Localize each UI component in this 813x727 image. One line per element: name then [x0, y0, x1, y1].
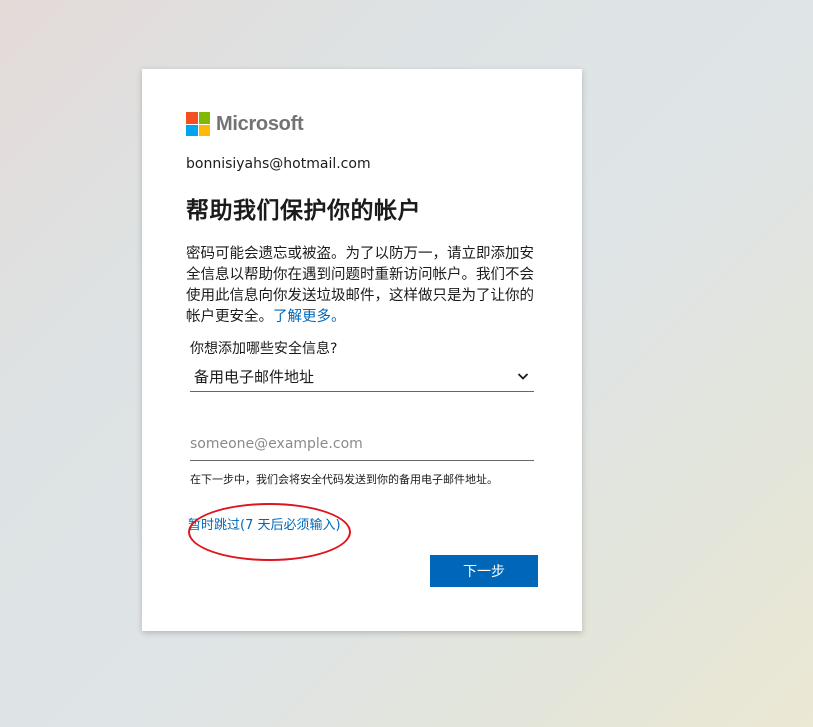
chevron-down-icon	[517, 373, 529, 380]
alternate-email-input[interactable]	[190, 428, 534, 461]
brand-name: Microsoft	[216, 112, 304, 135]
page-title: 帮助我们保护你的帐户	[186, 198, 421, 224]
learn-more-link[interactable]: 了解更多。	[273, 309, 346, 325]
description: 密码可能会遗忘或被盗。为了以防万一，请立即添加安全信息以帮助你在遇到问题时重新访…	[186, 244, 538, 328]
account-identity: bonnisiyahs@hotmail.com	[186, 156, 371, 172]
description-text: 密码可能会遗忘或被盗。为了以防万一，请立即添加安全信息以帮助你在遇到问题时重新访…	[186, 246, 534, 325]
security-type-label: 你想添加哪些安全信息?	[190, 341, 338, 357]
skip-for-now-link[interactable]: 暂时跳过(7 天后必须输入)	[188, 514, 341, 533]
signin-card: Microsoft bonnisiyahs@hotmail.com 帮助我们保护…	[142, 69, 582, 631]
next-button[interactable]: 下一步	[430, 555, 538, 587]
security-type-select[interactable]: 备用电子邮件地址	[190, 361, 534, 392]
security-code-hint: 在下一步中，我们会将安全代码发送到你的备用电子邮件地址。	[190, 473, 498, 486]
microsoft-logo: Microsoft	[186, 112, 304, 136]
microsoft-logo-icon	[186, 112, 210, 136]
security-type-value: 备用电子邮件地址	[194, 367, 315, 386]
